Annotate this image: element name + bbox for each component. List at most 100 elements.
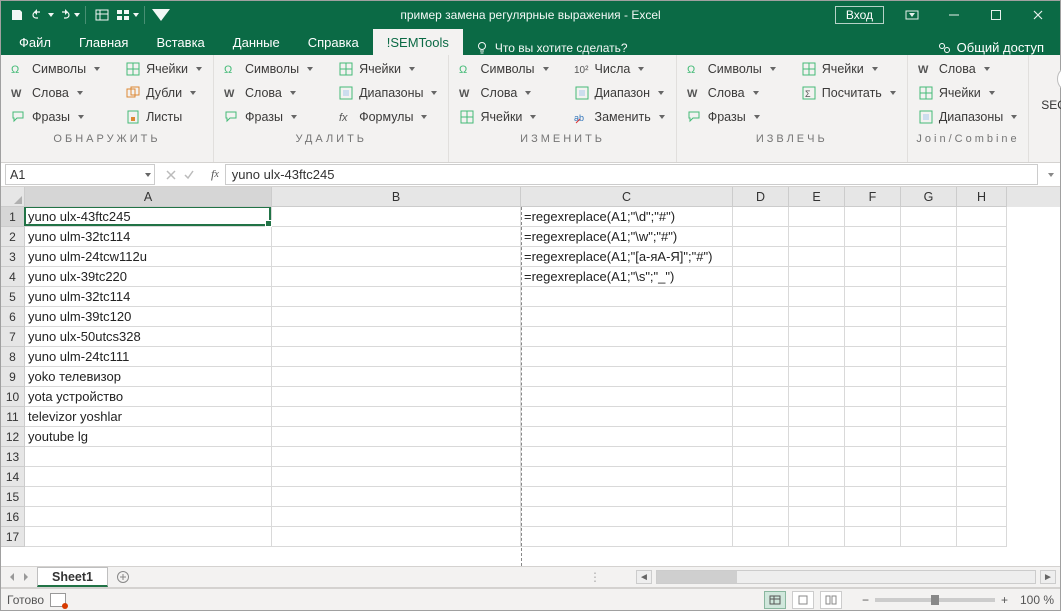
cell[interactable] bbox=[733, 527, 789, 547]
cmd-detect-words[interactable]: WСлова bbox=[9, 83, 103, 103]
cmd-extract-symbols[interactable]: ΩСимволы bbox=[685, 59, 779, 79]
cell[interactable] bbox=[957, 487, 1007, 507]
cell[interactable] bbox=[272, 487, 521, 507]
cell[interactable]: =regexreplace(A1;"\d";"#") bbox=[521, 207, 733, 227]
row-head[interactable]: 15 bbox=[1, 487, 25, 507]
cell[interactable] bbox=[521, 447, 733, 467]
cell[interactable] bbox=[957, 267, 1007, 287]
cell[interactable] bbox=[733, 327, 789, 347]
row-head[interactable]: 2 bbox=[1, 227, 25, 247]
cell[interactable] bbox=[521, 427, 733, 447]
cell[interactable] bbox=[521, 407, 733, 427]
cell[interactable] bbox=[845, 527, 901, 547]
cell[interactable] bbox=[25, 467, 272, 487]
cell[interactable] bbox=[789, 387, 845, 407]
tab-insert[interactable]: Вставка bbox=[142, 29, 218, 55]
cell[interactable] bbox=[901, 327, 957, 347]
cell[interactable] bbox=[957, 467, 1007, 487]
cmd-detect-doubles[interactable]: Дубли bbox=[123, 83, 205, 103]
cell[interactable] bbox=[789, 247, 845, 267]
cell[interactable] bbox=[25, 487, 272, 507]
cell[interactable] bbox=[845, 407, 901, 427]
cell[interactable] bbox=[733, 227, 789, 247]
view-page-layout-button[interactable] bbox=[792, 591, 814, 609]
cell[interactable] bbox=[521, 347, 733, 367]
close-button[interactable] bbox=[1018, 1, 1058, 29]
tab-split-handle[interactable]: ⋮ bbox=[581, 570, 609, 584]
cell[interactable]: yuno ulm-32tc114 bbox=[25, 227, 272, 247]
cell[interactable] bbox=[789, 447, 845, 467]
share-button[interactable]: Общий доступ bbox=[925, 40, 1056, 55]
cell[interactable] bbox=[901, 407, 957, 427]
row-head[interactable]: 4 bbox=[1, 267, 25, 287]
cmd-detect-cells[interactable]: Ячейки bbox=[123, 59, 205, 79]
cell[interactable] bbox=[521, 527, 733, 547]
row-head[interactable]: 13 bbox=[1, 447, 25, 467]
cell[interactable] bbox=[789, 367, 845, 387]
cells-area[interactable]: yuno ulx-43ftc245=regexreplace(A1;"\d";"… bbox=[25, 207, 1060, 566]
cell[interactable] bbox=[901, 227, 957, 247]
row-head[interactable]: 7 bbox=[1, 327, 25, 347]
cell[interactable] bbox=[521, 327, 733, 347]
zoom-out-button[interactable]: − bbox=[862, 593, 869, 607]
cell[interactable] bbox=[272, 387, 521, 407]
row-head[interactable]: 11 bbox=[1, 407, 25, 427]
row-head[interactable]: 17 bbox=[1, 527, 25, 547]
cell[interactable] bbox=[845, 327, 901, 347]
cmd-remove-formulas[interactable]: fxФормулы bbox=[336, 107, 440, 127]
cell[interactable] bbox=[789, 487, 845, 507]
sheet-tab[interactable]: Sheet1 bbox=[37, 567, 108, 587]
view-page-break-button[interactable] bbox=[820, 591, 842, 609]
formula-input[interactable]: yuno ulx-43ftc245 bbox=[225, 164, 1038, 185]
cell[interactable] bbox=[25, 507, 272, 527]
cell[interactable]: televizor yoshlar bbox=[25, 407, 272, 427]
cmd-seo-ppc[interactable]: SEO+PPC bbox=[1037, 59, 1061, 120]
cancel-icon[interactable] bbox=[165, 169, 177, 181]
cmd-join-cells[interactable]: Ячейки bbox=[916, 83, 1020, 103]
cell[interactable] bbox=[733, 267, 789, 287]
cell[interactable] bbox=[901, 507, 957, 527]
cell[interactable] bbox=[733, 507, 789, 527]
cell[interactable] bbox=[957, 307, 1007, 327]
cmd-remove-phrases[interactable]: Фразы bbox=[222, 107, 316, 127]
cell[interactable] bbox=[789, 507, 845, 527]
tab-semtools[interactable]: !SEMTools bbox=[373, 29, 463, 55]
tab-nav-next-icon[interactable] bbox=[21, 572, 31, 582]
tab-nav-prev-icon[interactable] bbox=[7, 572, 17, 582]
cell[interactable] bbox=[845, 347, 901, 367]
cell[interactable] bbox=[272, 467, 521, 487]
cell[interactable] bbox=[901, 467, 957, 487]
cmd-detect-sheets[interactable]: Листы bbox=[123, 107, 205, 127]
cell[interactable]: yuno ulm-24tcw112u bbox=[25, 247, 272, 267]
col-head[interactable]: D bbox=[733, 187, 789, 207]
cmd-remove-ranges[interactable]: Диапазоны bbox=[336, 83, 440, 103]
cell[interactable] bbox=[901, 387, 957, 407]
zoom-slider[interactable] bbox=[875, 598, 995, 602]
cell[interactable] bbox=[957, 287, 1007, 307]
cmd-change-replace[interactable]: abЗаменить bbox=[572, 107, 668, 127]
cell[interactable] bbox=[957, 407, 1007, 427]
col-head[interactable]: A bbox=[25, 187, 272, 207]
cell[interactable] bbox=[272, 427, 521, 447]
cell[interactable] bbox=[789, 527, 845, 547]
cell[interactable] bbox=[733, 247, 789, 267]
cell[interactable] bbox=[272, 207, 521, 227]
tell-me-search[interactable]: Что вы хотите сделать? bbox=[463, 41, 640, 55]
cell[interactable] bbox=[733, 467, 789, 487]
row-head[interactable]: 6 bbox=[1, 307, 25, 327]
cell[interactable] bbox=[733, 407, 789, 427]
cell[interactable] bbox=[521, 487, 733, 507]
cell[interactable] bbox=[521, 387, 733, 407]
cell[interactable] bbox=[845, 487, 901, 507]
cell[interactable] bbox=[789, 467, 845, 487]
cell[interactable] bbox=[272, 307, 521, 327]
tab-home[interactable]: Главная bbox=[65, 29, 142, 55]
row-head[interactable]: 1 bbox=[1, 207, 25, 227]
cmd-change-range[interactable]: Диапазон bbox=[572, 83, 668, 103]
cell[interactable] bbox=[521, 507, 733, 527]
zoom-in-button[interactable]: + bbox=[1001, 593, 1008, 607]
cell[interactable] bbox=[845, 287, 901, 307]
cmd-extract-phrases[interactable]: Фразы bbox=[685, 107, 779, 127]
cell[interactable] bbox=[789, 407, 845, 427]
cell[interactable] bbox=[272, 267, 521, 287]
